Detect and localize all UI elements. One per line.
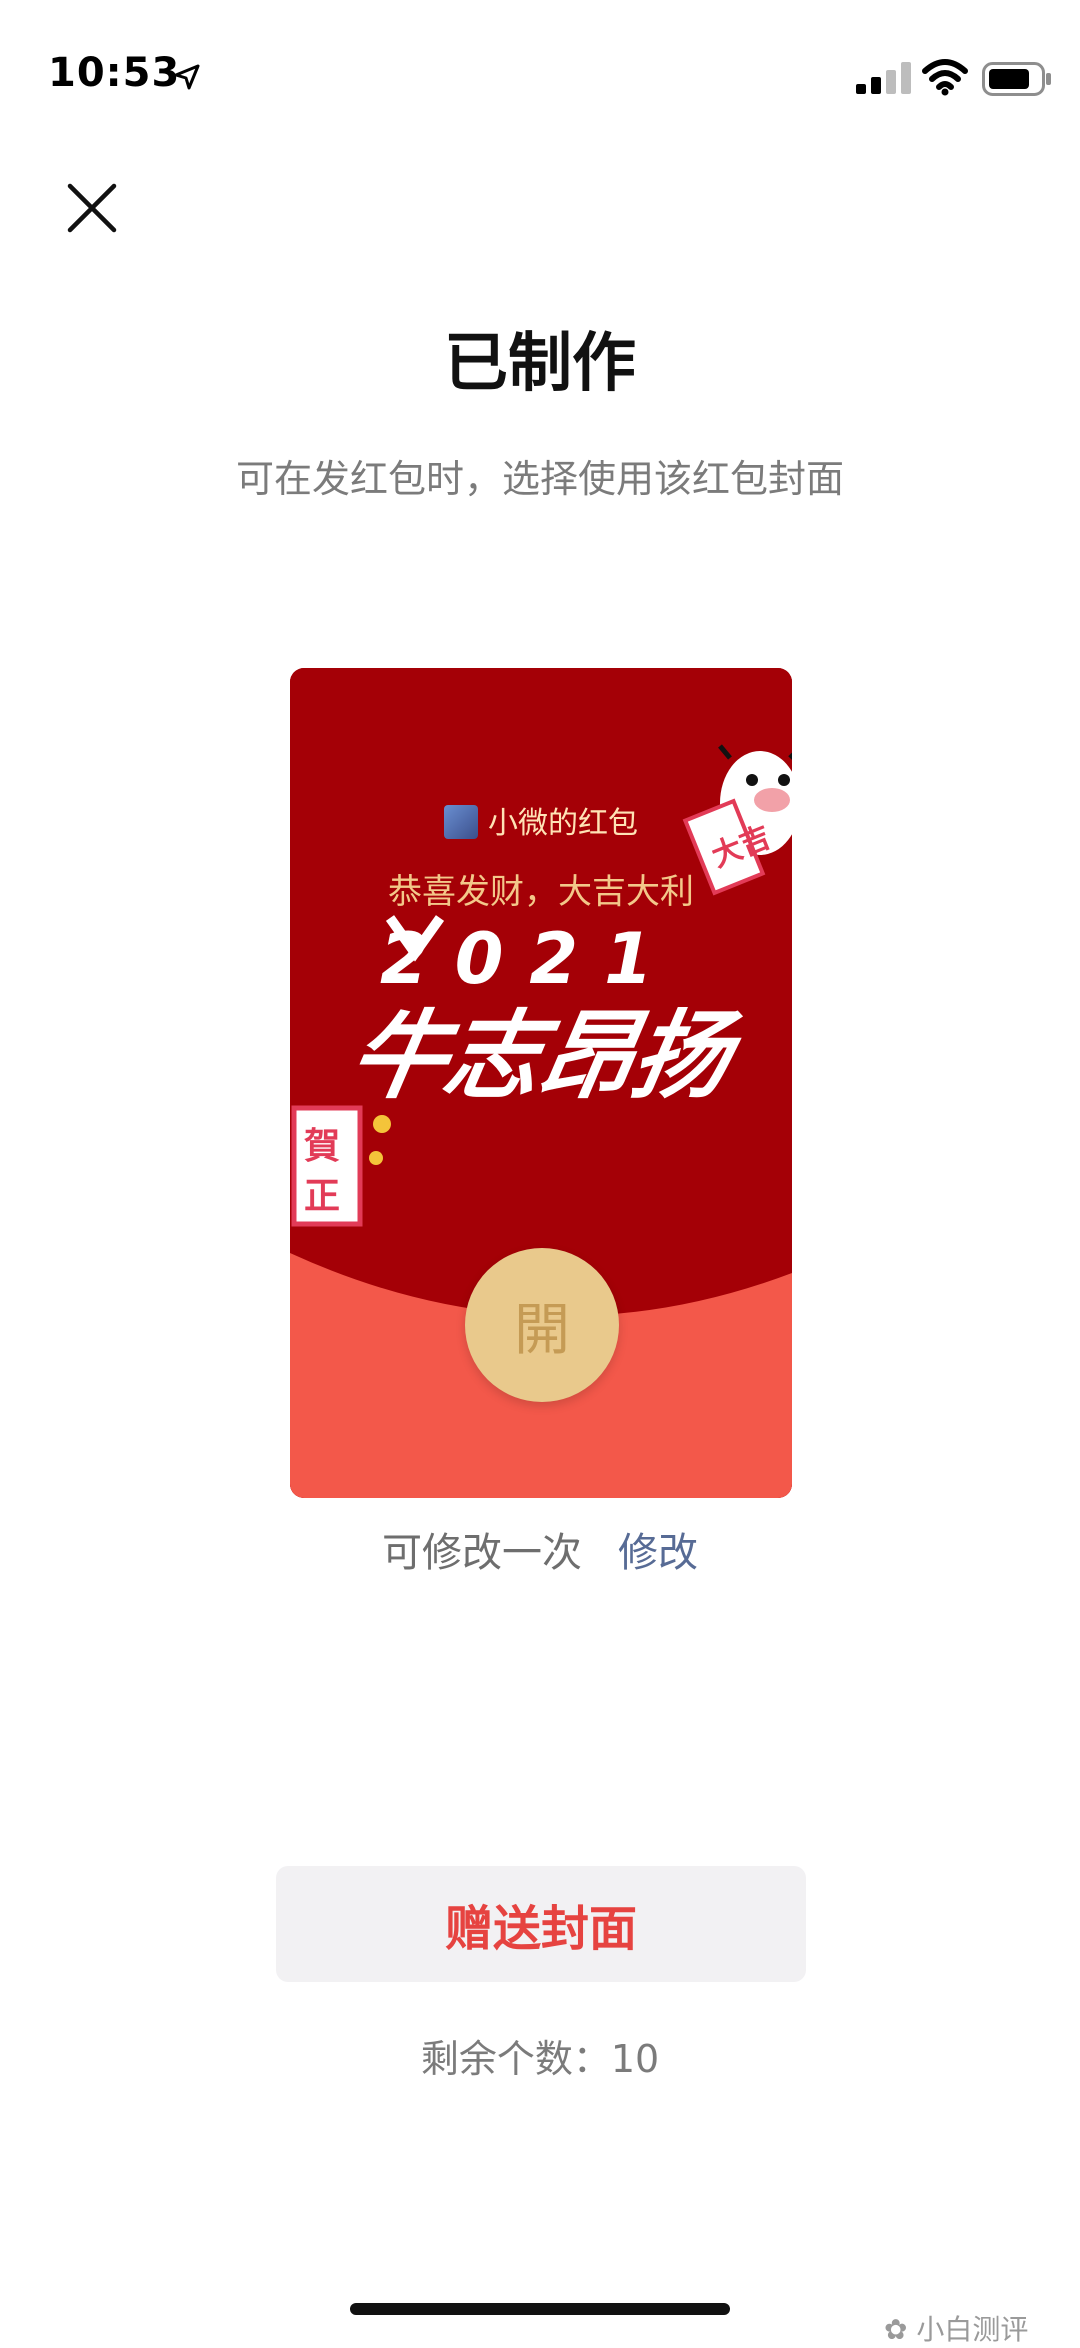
- red-packet-cover-preview: 大吉 賀 正 小微的红包 恭喜发财，大吉大利 2021 牛志昂扬 開: [290, 668, 792, 1498]
- watermark: ✿ 小白测评: [884, 2308, 1028, 2346]
- battery-icon: [982, 62, 1051, 96]
- cellular-signal-icon: [856, 62, 911, 94]
- watermark-text: 小白测评: [916, 2313, 1029, 2346]
- wechat-icon: ✿: [884, 2313, 908, 2346]
- close-icon[interactable]: [62, 178, 122, 238]
- modify-hint: 可修改一次: [382, 1530, 582, 1576]
- modify-link[interactable]: 修改: [618, 1530, 698, 1576]
- cover-slogan: 牛志昂扬: [341, 1000, 738, 1112]
- open-button[interactable]: 開: [465, 1248, 619, 1402]
- location-arrow-icon: [174, 64, 200, 90]
- remaining-count: 剩余个数：10: [420, 2037, 660, 2081]
- modify-row: 可修改一次 修改: [0, 1520, 1080, 1578]
- sender-name: 小微的红包: [488, 806, 638, 841]
- cover-blessing: 恭喜发财，大吉大利: [388, 872, 694, 912]
- wifi-icon: [922, 59, 968, 96]
- cover-sender: 小微的红包: [290, 798, 792, 842]
- status-time: 10:53: [48, 50, 181, 96]
- avatar: [444, 805, 478, 839]
- status-bar: 10:53: [0, 0, 1080, 140]
- svg-text:正: 正: [304, 1175, 340, 1217]
- gift-cover-button[interactable]: 赠送封面: [276, 1866, 806, 1982]
- page-subtitle: 可在发红包时，选择使用该红包封面: [235, 457, 844, 501]
- home-indicator[interactable]: [350, 2303, 730, 2315]
- page-title: 已制作: [444, 327, 636, 401]
- svg-text:賀: 賀: [304, 1125, 340, 1167]
